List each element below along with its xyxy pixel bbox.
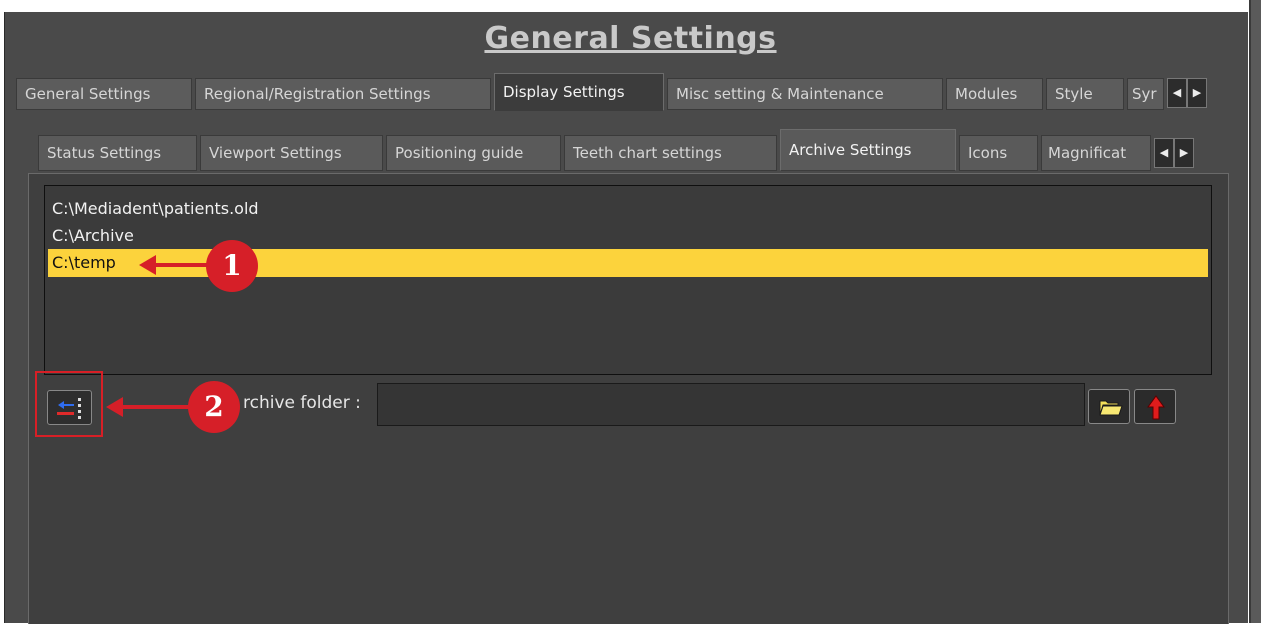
annotation-arrows [106, 255, 212, 417]
annotation-badge-1: 1 [206, 240, 258, 292]
annotation-badge-2: 2 [188, 381, 240, 433]
